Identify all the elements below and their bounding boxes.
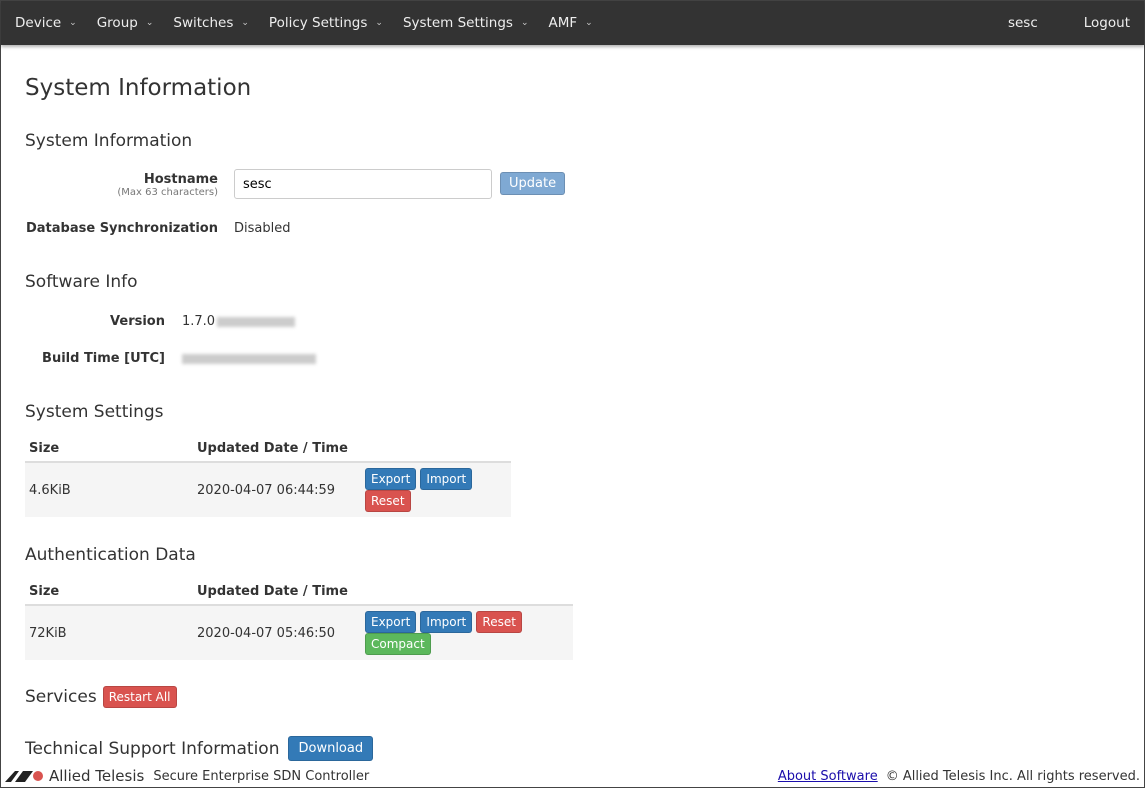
update-button[interactable]: Update [500, 172, 566, 195]
col-size: Size [25, 579, 193, 606]
top-nav: Device ⌄ Group ⌄ Switches ⌄ Policy Settings… [1, 1, 1144, 45]
build-time-value [182, 351, 316, 366]
nav-label: System Settings [402, 15, 513, 31]
nav-system-settings[interactable]: System Settings ⌄ [403, 15, 529, 31]
logout-link[interactable]: Logout [1084, 15, 1130, 31]
chevron-down-icon: ⌄ [375, 18, 383, 28]
auth-data-table: Size Updated Date / Time 72KiB 2020-04-07… [25, 579, 573, 660]
dbsync-label: Database Synchronization [25, 221, 218, 236]
product-name: Secure Enterprise SDN Controller [153, 768, 370, 784]
nav-label: Device [15, 15, 62, 31]
date-cell: 2020-04-07 05:46:50 [193, 605, 361, 660]
col-size: Size [25, 436, 193, 463]
chevron-down-icon: ⌄ [69, 18, 77, 28]
download-button[interactable]: Download [288, 736, 374, 761]
system-settings-table: Size Updated Date / Time 4.6KiB 2020-04-0… [25, 436, 511, 517]
hostname-hint: (Max 63 characters) [117, 187, 218, 198]
section-title: Services [25, 687, 97, 707]
label-text: Hostname [143, 172, 218, 187]
user-menu[interactable]: sesc [1008, 15, 1038, 31]
col-date: Updated Date / Time [193, 436, 361, 463]
export-button[interactable]: Export [365, 611, 417, 633]
allied-telesis-logo: Allied Telesis [5, 767, 144, 785]
nav-switches[interactable]: Switches ⌄ [173, 15, 249, 31]
section-title: System Information [25, 131, 193, 151]
nav-label: Group [96, 15, 138, 31]
table-row: 72KiB 2020-04-07 05:46:50 Export Import … [25, 605, 573, 660]
col-date: Updated Date / Time [193, 579, 361, 606]
build-time-label: Build Time [UTC] [42, 351, 165, 366]
section-title: System Settings [25, 402, 164, 422]
section-title: Technical Support Information [25, 738, 280, 759]
nav-device[interactable]: Device ⌄ [15, 15, 77, 31]
logo-icon [5, 771, 43, 782]
chevron-down-icon: ⌄ [585, 18, 593, 28]
nav-label: Policy Settings [268, 15, 368, 31]
nav-label: AMF [548, 15, 578, 31]
export-button[interactable]: Export [365, 468, 417, 490]
reset-button[interactable]: Reset [365, 490, 411, 512]
version-value: 1.7.0 [182, 314, 296, 329]
nav-group[interactable]: Group ⌄ [97, 15, 154, 31]
reset-button[interactable]: Reset [476, 611, 522, 633]
size-cell: 4.6KiB [25, 462, 193, 517]
hostname-input[interactable] [234, 169, 492, 199]
chevron-down-icon: ⌄ [520, 18, 529, 28]
footer: Allied Telesis Secure Enterprise SDN Con… [1, 765, 1144, 787]
copyright: © Allied Telesis Inc. All rights reserve… [885, 768, 1140, 784]
hostname-label: Hostname (Max 63 characters) [25, 169, 218, 198]
size-cell: 72KiB [25, 605, 193, 660]
section-title: Authentication Data [25, 545, 196, 565]
dbsync-value: Disabled [234, 221, 291, 236]
version-text: 1.7.0 [182, 314, 216, 329]
date-cell: 2020-04-07 06:44:59 [193, 462, 361, 517]
redacted-text [182, 353, 316, 364]
chevron-down-icon: ⌄ [145, 18, 154, 28]
page-title: System Information [25, 75, 252, 101]
table-row: 4.6KiB 2020-04-07 06:44:59 Export Import… [25, 462, 511, 517]
chevron-down-icon: ⌄ [241, 18, 249, 28]
import-button[interactable]: Import [420, 468, 473, 490]
nav-label: Switches [173, 15, 234, 31]
redacted-text [217, 316, 296, 327]
about-software-link[interactable]: About Software [778, 769, 878, 784]
version-label: Version [110, 314, 165, 329]
import-button[interactable]: Import [420, 611, 473, 633]
brand-name: Allied Telesis [49, 767, 145, 785]
restart-all-button[interactable]: Restart All [102, 686, 177, 708]
nav-amf[interactable]: AMF ⌄ [549, 15, 593, 31]
section-title: Software Info [25, 272, 138, 292]
compact-button[interactable]: Compact [365, 633, 431, 655]
nav-policy-settings[interactable]: Policy Settings ⌄ [269, 15, 383, 31]
